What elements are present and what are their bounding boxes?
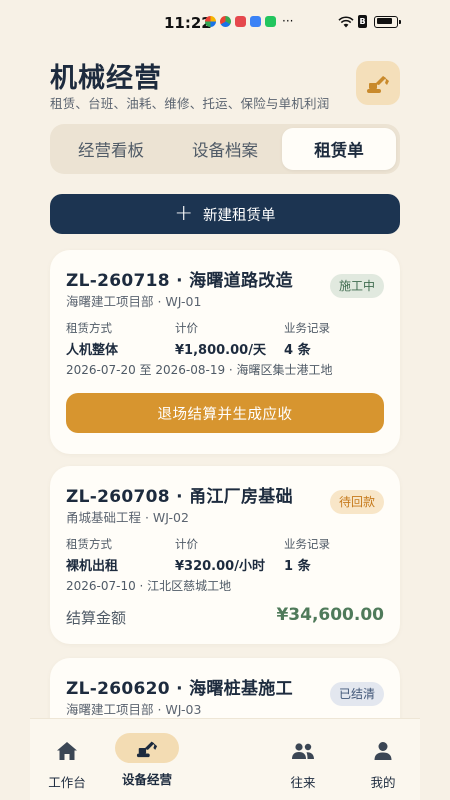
status-badge: 待回款	[329, 490, 384, 514]
app-notification-icon	[220, 16, 231, 27]
nav-item-profile[interactable]: 我的	[350, 719, 416, 791]
order-subtitle: 甬城基础工程 · WJ-02	[66, 510, 189, 525]
app-notification-icon	[250, 16, 261, 27]
meta-records: 业务记录 4 条	[284, 320, 330, 358]
bottom-nav: 工作台 设备经营 往来 我的	[30, 718, 420, 800]
app-notification-icon	[235, 16, 246, 27]
nav-label: 工作台	[48, 775, 86, 790]
order-period: 2026-07-20 至 2026-08-19 · 海曙区集士港工地	[66, 363, 333, 377]
app-screen: 11:22 ··· B 机械经营 租赁、台班、油耗、维修、托运、保险与单机利润	[0, 0, 450, 800]
order-title: ZL-260708 · 甬江厂房基础	[66, 487, 293, 507]
meta-rental-mode: 租赁方式 人机整体	[66, 320, 118, 358]
meta-rental-mode: 租赁方式 裸机出租	[66, 536, 118, 574]
tab-rental-orders[interactable]: 租赁单	[282, 128, 396, 170]
new-rental-order-label: 新建租赁单	[202, 207, 276, 224]
order-subtitle: 海曙建工项目部 · WJ-01	[66, 294, 202, 309]
settlement-amount-value: ¥34,600.00	[276, 605, 384, 625]
plus-icon: +	[174, 201, 193, 226]
order-period: 2026-07-10 · 江北区慈城工地	[66, 579, 232, 593]
page-subtitle: 租赁、台班、油耗、维修、托运、保险与单机利润	[50, 96, 330, 111]
nav-label: 设备经营	[121, 772, 172, 787]
battery-level	[376, 18, 392, 24]
people-icon	[288, 736, 318, 766]
status-bar: 11:22 ··· B	[0, 0, 450, 44]
status-more-icon: ···	[282, 14, 294, 28]
meta-value: ¥320.00/小时	[175, 559, 265, 574]
segment-tabs: 经营看板 设备档案 租赁单	[50, 124, 400, 174]
meta-value: 1 条	[284, 559, 311, 574]
battery-icon	[374, 15, 401, 28]
wifi-icon	[338, 15, 354, 27]
nav-label: 往来	[290, 775, 316, 790]
sim-icon: B	[358, 15, 367, 28]
status-badge: 施工中	[329, 274, 384, 298]
app-notification-icon	[265, 16, 276, 27]
app-notification-icon	[205, 16, 216, 27]
meta-value: 人机整体	[66, 343, 119, 358]
meta-value: ¥1,800.00/天	[175, 343, 266, 358]
nav-label: 我的	[370, 775, 396, 790]
order-title: ZL-260620 · 海曙桩基施工	[66, 679, 293, 699]
meta-label: 租赁方式	[66, 321, 112, 335]
meta-value: 4 条	[284, 343, 311, 358]
meta-records: 业务记录 1 条	[284, 536, 330, 574]
settle-exit-button[interactable]: 退场结算并生成应收	[66, 393, 384, 433]
rental-order-card[interactable]: ZL-260718 · 海曙道路改造 海曙建工项目部 · WJ-01 施工中 租…	[50, 250, 400, 454]
settlement-amount-label: 结算金额	[66, 609, 127, 627]
nav-item-equipment-business[interactable]: 设备经营	[112, 719, 182, 788]
meta-label: 租赁方式	[66, 537, 112, 551]
meta-label: 业务记录	[284, 321, 330, 335]
order-title: ZL-260718 · 海曙道路改造	[66, 271, 293, 291]
meta-value: 裸机出租	[66, 559, 119, 574]
meta-label: 业务记录	[284, 537, 330, 551]
page-title: 机械经营	[50, 63, 162, 94]
home-icon	[52, 736, 82, 766]
equipment-button[interactable]	[356, 61, 400, 105]
meta-pricing: 计价 ¥320.00/小时	[175, 536, 265, 574]
meta-pricing: 计价 ¥1,800.00/天	[175, 320, 266, 358]
tab-equipment-records[interactable]: 设备档案	[168, 128, 282, 170]
rental-order-card[interactable]: ZL-260708 · 甬江厂房基础 甬城基础工程 · WJ-02 待回款 租赁…	[50, 466, 400, 644]
order-subtitle: 海曙建工项目部 · WJ-03	[66, 702, 202, 717]
nav-item-contacts[interactable]: 往来	[270, 719, 336, 791]
nav-item-workbench[interactable]: 工作台	[34, 719, 100, 791]
tab-business-dashboard[interactable]: 经营看板	[54, 128, 168, 170]
excavator-icon	[115, 733, 179, 763]
meta-label: 计价	[175, 321, 198, 335]
status-system-icons: B	[338, 15, 401, 28]
person-icon	[368, 736, 398, 766]
meta-label: 计价	[175, 537, 198, 551]
new-rental-order-button[interactable]: + 新建租赁单	[50, 194, 400, 234]
status-app-icons: ···	[205, 14, 294, 28]
excavator-icon	[367, 76, 389, 93]
status-badge: 已结清	[329, 682, 384, 706]
